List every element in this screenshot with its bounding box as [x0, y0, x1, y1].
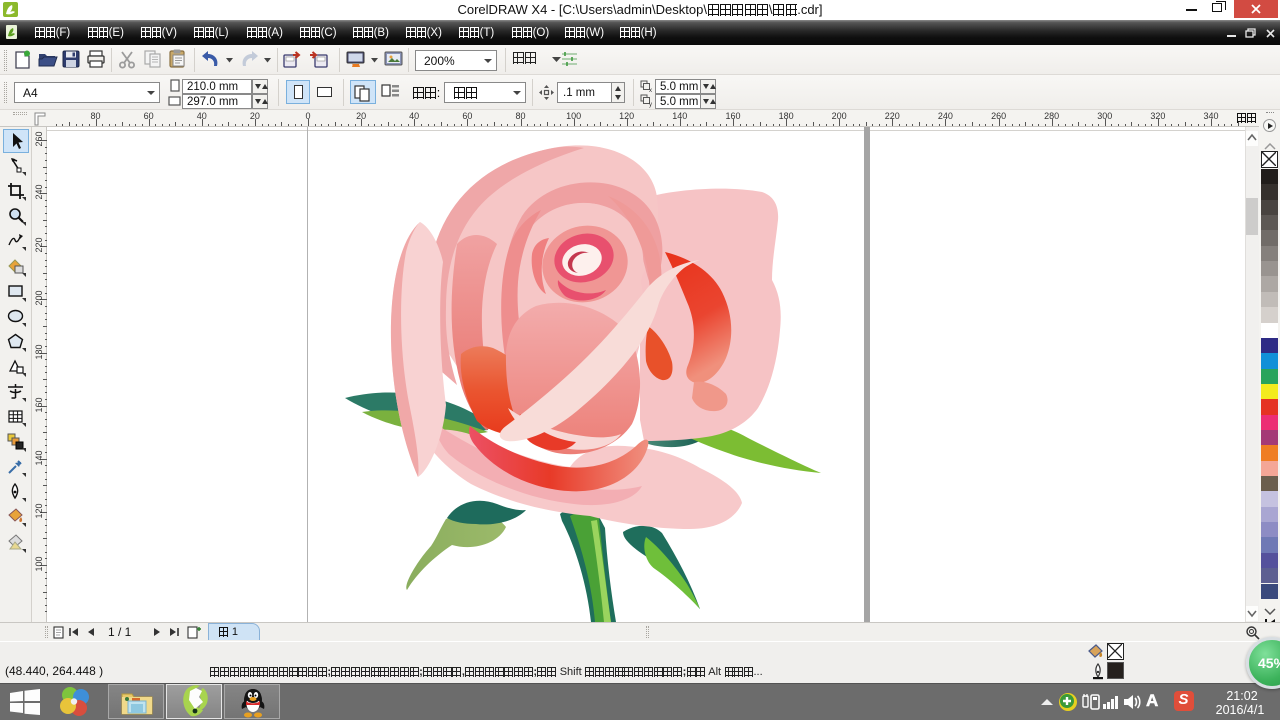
svg-text:y: y	[649, 102, 652, 108]
svg-text:x: x	[649, 88, 652, 94]
